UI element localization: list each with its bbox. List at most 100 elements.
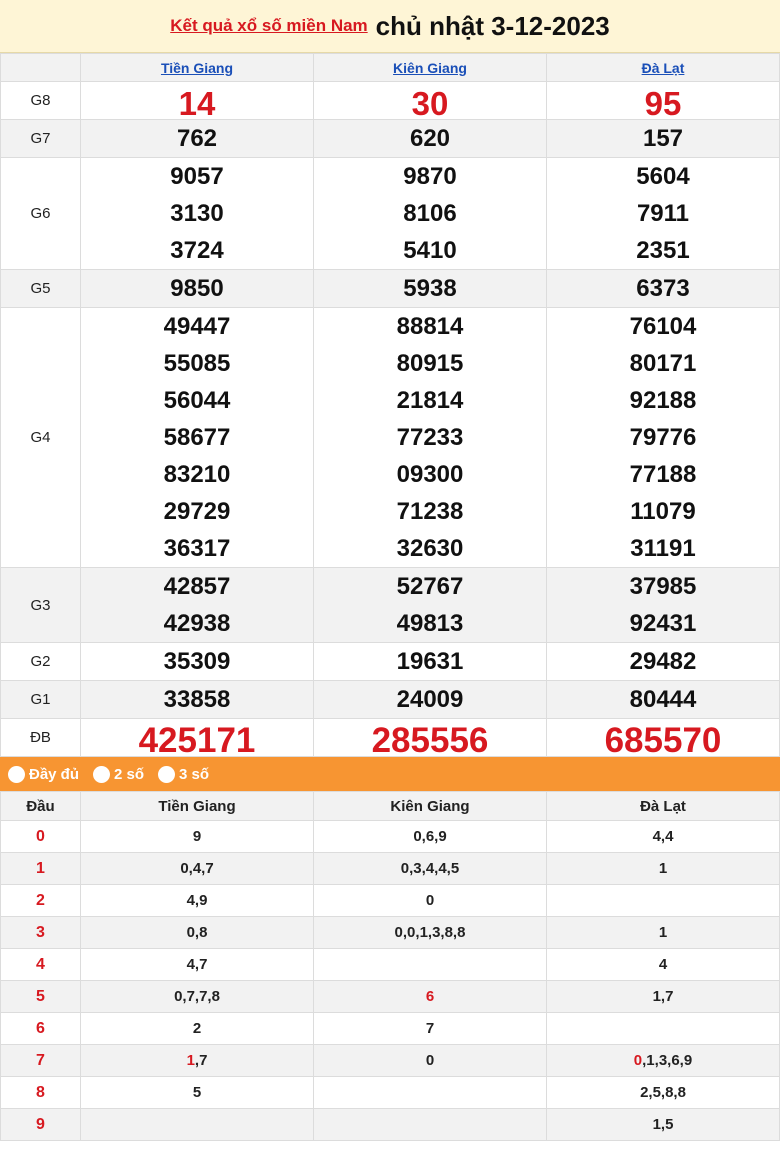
prize-numbers-cell: 37985 92431 (546, 567, 780, 643)
prize-numbers-cell: 33858 (80, 680, 314, 719)
prize-number: 42857 (163, 573, 231, 600)
prize-row: G7 762 620 157 (0, 119, 780, 158)
prize-row: G6 9057 3130 3724 9870 8106 5410 5604 7911 2351 (0, 157, 780, 270)
prize-number: 77188 (629, 461, 697, 488)
prize-number: 5604 (636, 163, 690, 190)
loto-special-tail: 6 (425, 988, 435, 1005)
prize-number: 83210 (163, 461, 231, 488)
radio-icon[interactable] (8, 765, 25, 783)
loto-tail-cell: 0,8 (80, 916, 314, 949)
province-link-tien-giang[interactable]: Tiền Giang (161, 60, 233, 76)
prize-number: 8106 (403, 200, 457, 227)
prize-number: 42938 (163, 610, 231, 637)
prize-row: G1 33858 24009 80444 (0, 680, 780, 719)
prize-numbers-cell: 80444 (546, 680, 780, 719)
loto-tails: 1,5 (652, 1116, 674, 1133)
tab-full[interactable]: Đầy đủ (8, 765, 79, 783)
loto-tail-cell: 7 (313, 1012, 547, 1045)
loto-province-header: Đà Lạt (546, 791, 780, 821)
loto-tail-cell: 0,4,7 (80, 852, 314, 885)
loto-head-digit: 4 (0, 948, 81, 981)
prize-row: G3 42857 42938 52767 49813 37985 92431 (0, 567, 780, 643)
loto-tail-cell: 0,1,3,6,9 (546, 1044, 780, 1077)
tab-three-label: 3 số (179, 765, 210, 783)
loto-head-digit: 6 (0, 1012, 81, 1045)
region-results-link[interactable]: Kết quả xổ số miền Nam (170, 16, 367, 36)
radio-icon[interactable] (93, 765, 111, 783)
loto-head-digit: 1 (0, 852, 81, 885)
loto-head-digit: 9 (0, 1108, 81, 1141)
prize-numbers-cell: 35309 (80, 642, 314, 681)
loto-tail-cell: 4,4 (546, 820, 780, 853)
tab-three-digits[interactable]: 3 số (158, 765, 210, 783)
prize-numbers-cell: 762 (80, 119, 314, 158)
prize-numbers-cell: 52767 49813 (313, 567, 547, 643)
loto-row: 5 0,7,7,8 6 1,7 (0, 980, 780, 1013)
prize-numbers-cell: 95 (546, 81, 780, 122)
loto-tail-cell: 0 (313, 1044, 547, 1077)
loto-special-tail: 1 (186, 1052, 195, 1069)
province-link-da-lat[interactable]: Đà Lạt (642, 60, 685, 76)
loto-tail-cell: 0,3,4,4,5 (313, 852, 547, 885)
loto-tail-cell (546, 1012, 780, 1045)
loto-tails: 1 (658, 860, 668, 877)
loto-tail-cell: 1,7 (80, 1044, 314, 1077)
prize-row: G4 49447 55085 56044 58677 83210 29729 36317 888… (0, 307, 780, 568)
loto-tail-cell: 4,9 (80, 884, 314, 917)
prize-number: 685570 (604, 721, 722, 760)
loto-tails: 9 (192, 828, 202, 845)
tab-two-digits[interactable]: 2 số (93, 765, 145, 783)
prize-numbers-cell: 88814 80915 21814 77233 09300 71238 32630 (313, 307, 547, 568)
province-header: Kiên Giang (313, 53, 547, 82)
prize-label: G4 (0, 307, 81, 568)
loto-tails: 4,4 (652, 828, 674, 845)
prize-number: 9850 (170, 275, 224, 302)
loto-row: 3 0,8 0,0,1,3,8,8 1 (0, 916, 780, 949)
prize-number: 32630 (396, 535, 464, 562)
loto-tails: 0,6,9 (413, 828, 447, 845)
loto-tail-cell: 2 (80, 1012, 314, 1045)
loto-tail-cell: 0 (313, 884, 547, 917)
loto-tail-cell (80, 1108, 314, 1141)
prize-number: 80444 (629, 686, 697, 713)
loto-row: 6 2 7 (0, 1012, 780, 1045)
tab-two-label: 2 số (114, 765, 145, 783)
loto-tails: ,1,3,6,9 (642, 1052, 693, 1069)
prize-row: G5 9850 5938 6373 (0, 269, 780, 308)
prize-number: 3724 (170, 237, 224, 264)
loto-header-row: Đầu Tiền Giang Kiên Giang Đà Lạt (0, 791, 780, 821)
province-header: Đà Lạt (546, 53, 780, 82)
prize-numbers-cell: 5938 (313, 269, 547, 308)
province-link-kien-giang[interactable]: Kiên Giang (393, 60, 467, 76)
loto-tails: 4,9 (186, 892, 208, 909)
prize-number: 30 (411, 85, 449, 122)
prize-number: 29482 (629, 648, 697, 675)
title-bar: Kết quả xổ số miền Nam chủ nhật 3-12-202… (0, 0, 780, 53)
prize-numbers-cell: 620 (313, 119, 547, 158)
loto-tails: 5 (192, 1084, 202, 1101)
prize-number: 55085 (163, 350, 231, 377)
prize-number: 56044 (163, 387, 231, 414)
prize-label: G8 (0, 81, 81, 120)
loto-tails: 0,4,7 (180, 860, 214, 877)
prize-numbers-cell: 9057 3130 3724 (80, 157, 314, 270)
radio-icon[interactable] (158, 765, 176, 783)
prize-number: 49813 (396, 610, 464, 637)
loto-tail-cell: 2,5,8,8 (546, 1076, 780, 1109)
draw-date-title: chủ nhật 3-12-2023 (375, 10, 610, 41)
loto-tail-cell: 1,5 (546, 1108, 780, 1141)
prize-number: 76104 (629, 313, 697, 340)
prize-numbers-cell: 30 (313, 81, 547, 122)
loto-tails: 4 (658, 956, 668, 973)
loto-tail-cell: 0,7,7,8 (80, 980, 314, 1013)
loto-tail-cell (313, 1108, 547, 1141)
loto-tail-cell: 1,7 (546, 980, 780, 1013)
prize-row: G2 35309 19631 29482 (0, 642, 780, 681)
loto-row: 1 0,4,7 0,3,4,4,5 1 (0, 852, 780, 885)
prize-number: 33858 (163, 686, 231, 713)
prize-number: 79776 (629, 424, 697, 451)
loto-tails: 4,7 (186, 956, 208, 973)
loto-province-header: Tiền Giang (80, 791, 314, 821)
loto-tails: 2,5,8,8 (640, 1084, 686, 1101)
prize-label: ĐB (0, 718, 81, 757)
